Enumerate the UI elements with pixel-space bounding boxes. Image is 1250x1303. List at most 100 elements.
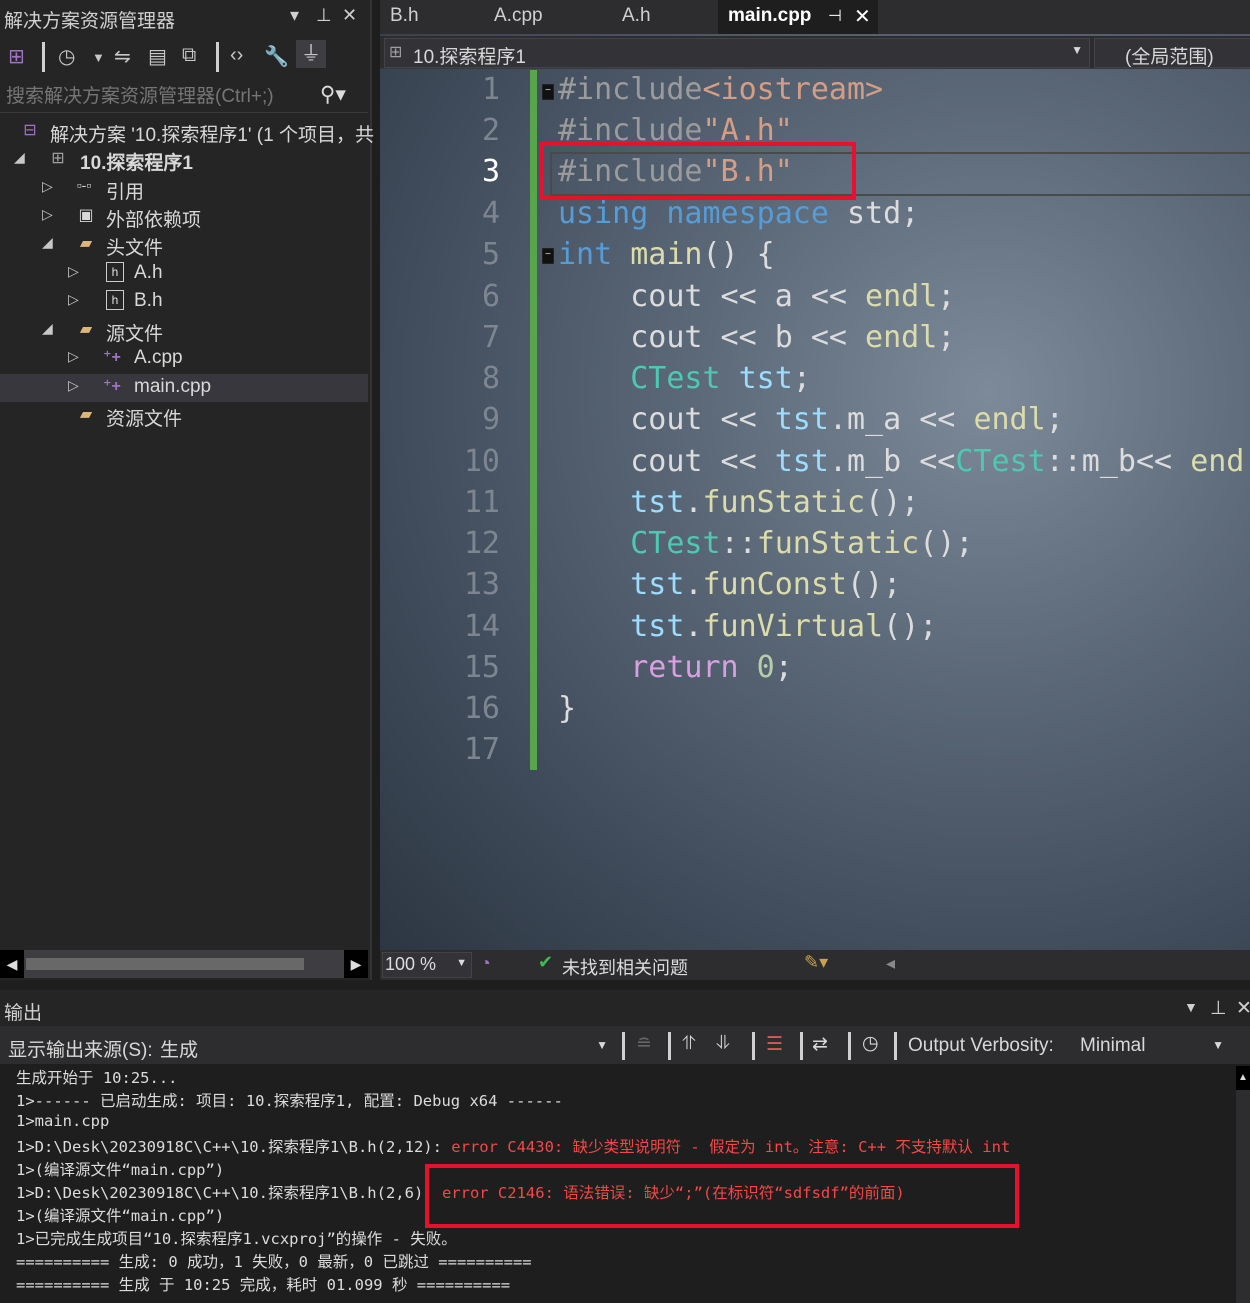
code-line-8[interactable]: CTest tst; xyxy=(558,361,811,396)
pin-icon[interactable]: ⊥ xyxy=(316,5,332,26)
code-line-15[interactable]: return 0; xyxy=(558,650,793,685)
collapse-all-icon[interactable]: ▤ xyxy=(148,44,167,69)
tree-main-cpp[interactable]: ▷ ⁺+ main.cpp xyxy=(0,374,368,402)
collapsed-arrow-icon[interactable]: ▷ xyxy=(68,263,79,280)
tree-header-files[interactable]: ◢ ▰ 头文件 xyxy=(0,231,368,259)
editor-navigation-bar: ⊞ 10.探索程序1 ▼ (全局范围) xyxy=(380,36,1250,69)
collapsed-arrow-icon[interactable]: ▷ xyxy=(68,377,79,394)
search-icon[interactable]: ⚲▾ xyxy=(320,82,346,107)
line-number: 14 xyxy=(463,609,500,644)
close-icon[interactable]: ✕ xyxy=(342,5,357,26)
type-name: CTest xyxy=(630,361,721,396)
collapsed-arrow-icon[interactable]: ▷ xyxy=(68,348,79,365)
dropdown-icon[interactable]: ▼ xyxy=(1184,999,1198,1015)
next-message-icon[interactable]: ⥥ xyxy=(716,1033,730,1055)
tab-a-cpp[interactable]: A.cpp xyxy=(484,0,608,34)
scroll-thumb[interactable] xyxy=(26,958,304,970)
code-line-13[interactable]: tst.funConst(); xyxy=(558,567,901,602)
tree-solution[interactable]: ⊟ 解决方案 '10.探索程序1' (1 个项目，共 xyxy=(0,118,374,146)
project-icon: ⊞ xyxy=(389,44,403,61)
tab-a-h[interactable]: A.h xyxy=(612,0,712,34)
code-line-4[interactable]: using namespace std; xyxy=(558,196,919,231)
sync-icon[interactable]: ⇋ xyxy=(114,44,131,69)
close-tab-icon[interactable]: ✕ xyxy=(854,4,871,29)
output-vscrollbar[interactable]: ▲ xyxy=(1236,1066,1250,1303)
copy-icon[interactable]: ⧉ xyxy=(182,44,196,67)
chevron-down-icon[interactable]: ▼ xyxy=(92,50,105,65)
code-line-11[interactable]: tst.funStatic(); xyxy=(558,485,919,520)
collapsed-arrow-icon[interactable]: ▷ xyxy=(42,206,53,223)
close-icon[interactable]: ✕ xyxy=(1236,997,1250,1020)
tree-source-files[interactable]: ◢ ▰ 源文件 xyxy=(0,317,368,345)
pin-icon[interactable]: ⊥ xyxy=(1210,997,1227,1020)
zoom-dropdown[interactable]: 100 % ▼ xyxy=(382,952,472,978)
toolbar-separator xyxy=(42,42,45,72)
tree-references[interactable]: ▷ ▫-▫ 引用 xyxy=(0,175,368,203)
code-line-5[interactable]: int main() { xyxy=(558,237,775,272)
vs-solution-icon[interactable]: ⊞ xyxy=(8,44,25,69)
verbosity-dropdown[interactable]: Minimal ▼ xyxy=(1076,1030,1228,1060)
line-number: 4 xyxy=(481,196,500,231)
code-line-16[interactable]: } xyxy=(558,691,576,726)
scroll-right-icon[interactable]: ▶ xyxy=(344,950,368,978)
keyword: namespace xyxy=(666,196,829,231)
code-line-12[interactable]: CTest::funStatic(); xyxy=(558,526,973,561)
code-text: cout << xyxy=(558,444,775,479)
code-line-1[interactable]: #include<iostream> xyxy=(558,72,883,107)
tree-a-cpp[interactable]: ▷ ⁺+ A.cpp xyxy=(0,345,368,373)
word-wrap-icon[interactable]: ⇄ xyxy=(812,1033,828,1056)
tree-external-deps[interactable]: ▷ ▣ 外部依赖项 xyxy=(0,203,368,231)
wrench-icon[interactable]: 🔧 xyxy=(264,44,289,69)
output-source-dropdown[interactable]: 生成 ▼ xyxy=(156,1030,612,1061)
code-line-9[interactable]: cout << tst.m_a << endl; xyxy=(558,402,1064,437)
tree-a-h[interactable]: ▷ h A.h xyxy=(0,260,368,288)
solution-search-input[interactable] xyxy=(4,82,308,112)
code-line-14[interactable]: tst.funVirtual(); xyxy=(558,609,937,644)
goto-error-icon[interactable]: ≘ xyxy=(636,1033,652,1056)
history-icon[interactable]: ◷ xyxy=(58,44,75,69)
expanded-arrow-icon[interactable]: ◢ xyxy=(42,320,53,337)
code-view-icon[interactable]: ‹› xyxy=(230,44,243,67)
preview-icon[interactable]: ⏚ xyxy=(296,40,326,68)
tree-b-h[interactable]: ▷ h B.h xyxy=(0,288,368,316)
collapse-icon[interactable]: − xyxy=(542,84,554,100)
brush-icon[interactable]: ✎▾ xyxy=(804,952,828,973)
collapsed-arrow-icon[interactable]: ▷ xyxy=(68,291,79,308)
scroll-left-icon[interactable]: ◀ xyxy=(0,950,24,978)
references-icon: ▫-▫ xyxy=(76,177,92,193)
clock-icon[interactable]: ◷ xyxy=(862,1032,879,1055)
scroll-up-icon[interactable]: ▲ xyxy=(1236,1066,1250,1090)
function-name: main xyxy=(612,237,703,272)
header-file-icon: h xyxy=(106,290,124,310)
solution-search-box[interactable]: ⚲▾ xyxy=(0,80,368,113)
code-line-7[interactable]: cout << b << endl; xyxy=(558,320,955,355)
collapse-icon[interactable]: − xyxy=(542,248,554,264)
tab-label: A.h xyxy=(622,5,651,26)
pin-icon[interactable]: ⊣ xyxy=(828,6,842,26)
issues-status[interactable]: 未找到相关问题 xyxy=(562,954,688,980)
scroll-left-icon[interactable]: ◂ xyxy=(886,953,895,974)
tab-main-cpp[interactable]: main.cpp ⊣ ✕ xyxy=(718,0,878,34)
line-number: 6 xyxy=(481,279,500,314)
header-file-icon: h xyxy=(106,262,124,282)
dropdown-icon[interactable]: ▾ xyxy=(290,5,299,26)
expanded-arrow-icon[interactable]: ◢ xyxy=(14,149,25,166)
tree-resource-files[interactable]: ▰ 资源文件 xyxy=(0,402,368,430)
solution-explorer-hscrollbar[interactable]: ◀ ▶ xyxy=(0,950,368,978)
clear-all-icon[interactable]: ☰ xyxy=(766,1033,783,1056)
tree-project-label: 10.探索程序1 xyxy=(80,153,193,174)
project-dropdown[interactable]: ⊞ 10.探索程序1 ▼ xyxy=(384,38,1090,68)
code-text: std; xyxy=(828,196,920,231)
copilot-icon[interactable]: ◔ xyxy=(480,953,491,974)
output-line-error: 1>D:\Desk\20230918C\C++\10.探索程序1\B.h(2,1… xyxy=(16,1135,1010,1157)
collapsed-arrow-icon[interactable]: ▷ xyxy=(42,178,53,195)
prev-message-icon[interactable]: ⥣ xyxy=(682,1033,696,1055)
tree-project[interactable]: ◢ ⊞ 10.探索程序1 xyxy=(0,146,368,174)
tab-b-h[interactable]: B.h xyxy=(380,0,480,34)
code-text: .m_a << xyxy=(828,402,974,437)
expanded-arrow-icon[interactable]: ◢ xyxy=(42,234,53,251)
code-line-10[interactable]: cout << tst.m_b <<CTest::m_b<< end xyxy=(558,444,1244,479)
code-line-6[interactable]: cout << a << endl; xyxy=(558,279,955,314)
scope-dropdown[interactable]: (全局范围) xyxy=(1094,38,1250,68)
error-location: 1>D:\Desk\20230918C\C++\10.探索程序1\B.h(2,1… xyxy=(16,1138,452,1156)
